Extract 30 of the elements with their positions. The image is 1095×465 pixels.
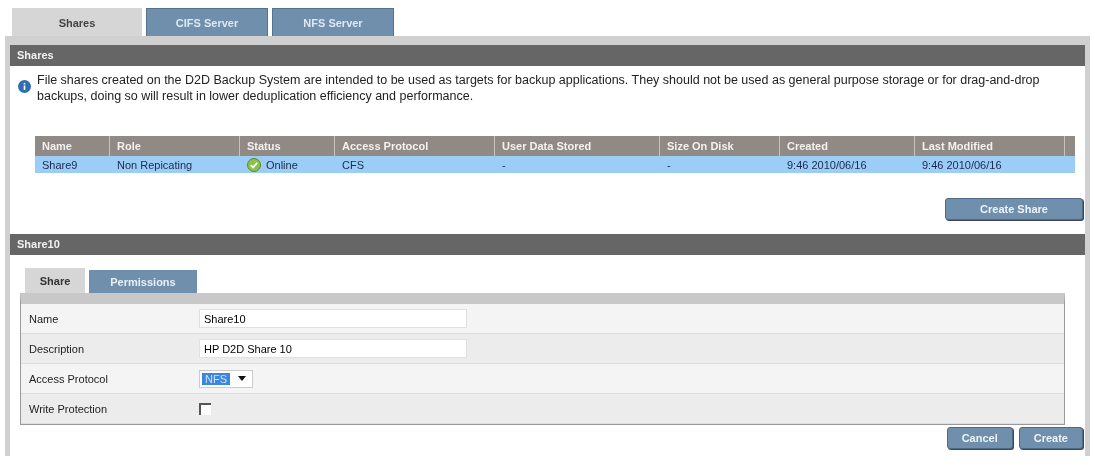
info-icon	[18, 80, 31, 93]
table-cell: Non Repicating	[117, 158, 193, 171]
caret-icon	[238, 376, 246, 381]
tab[interactable]: NFS Server	[272, 8, 394, 36]
input-field[interactable]: Share10	[199, 309, 467, 328]
info-text: File shares created on the D2D Backup System are intended to be used as targets for backup applications. They should not be used as general purpose storage or for drag-and-drop backups, doing so will result in lower deduplication efficiency and performance.	[37, 72, 1041, 104]
checkbox[interactable]	[199, 402, 211, 415]
dropdown[interactable]: NFS	[199, 369, 253, 388]
table-cell: -	[667, 158, 671, 171]
table-cell: Share9	[42, 158, 78, 171]
table-row[interactable]: Share9 Non Repicating Online CFS - - 9:46 2010/06/16 9:46 2010/06/16	[35, 156, 1075, 173]
form-button[interactable]: Cancel	[946, 427, 1013, 449]
input-field[interactable]: HP D2D Share 10	[199, 339, 467, 358]
field-label: Access Protocol	[28, 372, 109, 385]
form-button[interactable]: Create	[1018, 427, 1083, 449]
create-share-button[interactable]: Create Share	[945, 198, 1083, 220]
table-cell: 9:46 2010/06/16	[787, 158, 867, 171]
tab[interactable]: Permissions	[89, 270, 197, 293]
field-label: Name	[28, 312, 60, 325]
table-cell: Online	[266, 158, 298, 171]
section-header: Shares	[10, 45, 1085, 66]
field-label: Write Protection	[28, 402, 109, 415]
table-cell: CFS	[342, 158, 364, 171]
tab[interactable]: CIFS Server	[146, 8, 268, 36]
tab[interactable]: Share	[25, 268, 85, 293]
section-header: Share10	[10, 234, 1085, 255]
table-cell: -	[502, 158, 506, 171]
tab[interactable]: Shares	[12, 8, 142, 36]
field-label: Description	[28, 342, 86, 355]
table-cell: 9:46 2010/06/16	[922, 158, 1002, 171]
